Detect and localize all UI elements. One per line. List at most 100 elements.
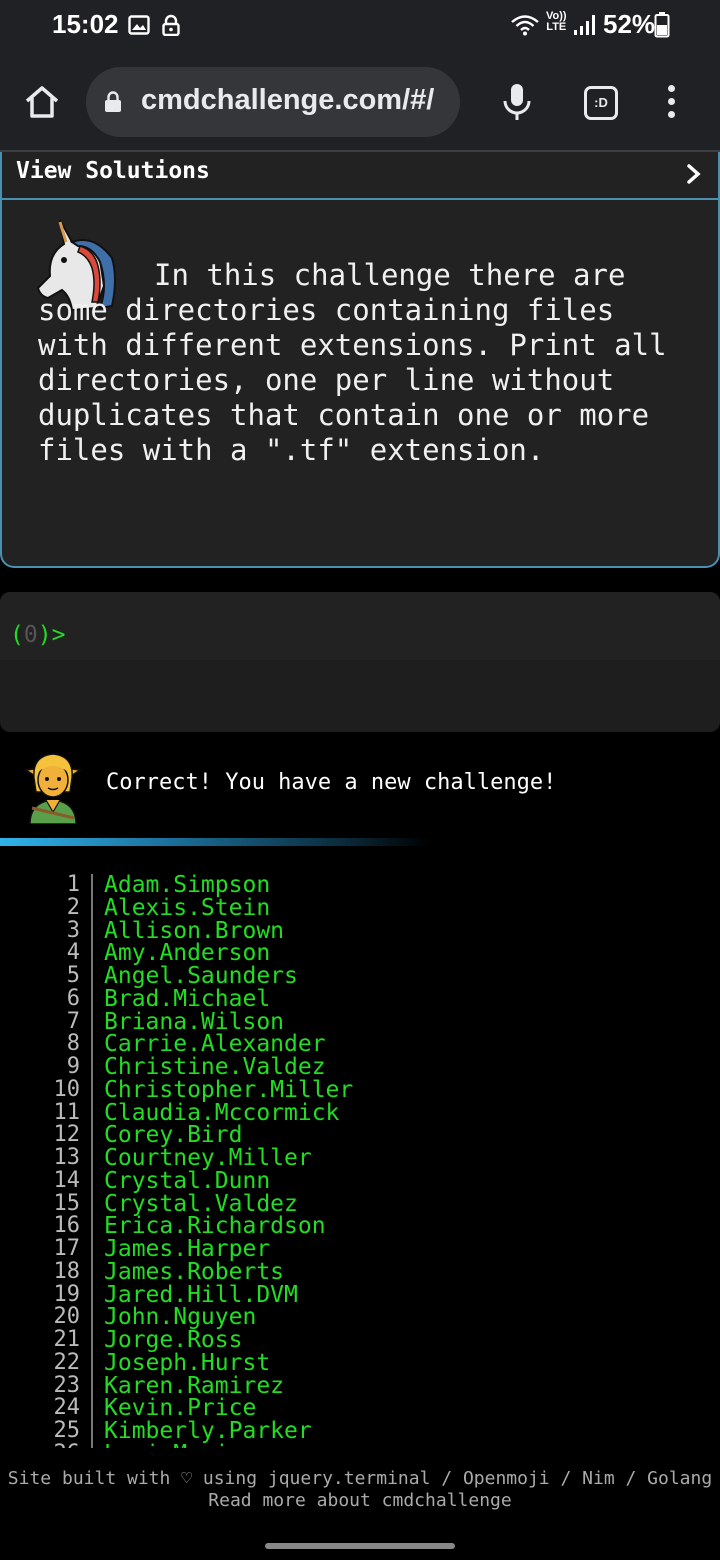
output-value: Courtney.Miller [104, 1145, 312, 1171]
read-more-link[interactable]: Read more about cmdchallenge [0, 1490, 720, 1512]
output-value: Erica.Richardson [104, 1213, 326, 1240]
line-number-gutter-divider [91, 874, 93, 1448]
output-value: Angel.Saunders [104, 963, 298, 989]
output-value: John.Nguyen [104, 1304, 257, 1331]
wifi-icon [511, 15, 539, 36]
line-number: 12 [53, 1122, 81, 1148]
output-value: Christine.Valdez [104, 1054, 326, 1080]
line-number: 7 [66, 1008, 80, 1034]
secure-lock-icon [105, 91, 121, 112]
output-row: 14 Crystal.Dunn [0, 1167, 720, 1194]
line-number: 11 [53, 1099, 81, 1125]
view-solutions-label[interactable]: View Solutions [16, 158, 210, 184]
challenge-description: In this challenge there are some directo… [38, 258, 685, 467]
output-row: 12 Corey.Bird [0, 1122, 720, 1149]
line-number: 8 [66, 1031, 80, 1057]
line-number: 4 [66, 940, 80, 966]
line-number: 2 [66, 894, 80, 920]
line-number: 9 [66, 1054, 80, 1079]
output-row: 20 John.Nguyen [0, 1304, 720, 1331]
output-row: 17 James.Harper [0, 1236, 720, 1262]
line-number: 23 [53, 1372, 81, 1398]
line-number: 20 [53, 1304, 81, 1330]
line-number: 22 [53, 1349, 81, 1375]
elf-icon [23, 753, 83, 824]
footer-credits[interactable]: Site built with ♡ using jquery.terminal … [0, 1468, 720, 1490]
lock-icon [162, 14, 180, 36]
network-type: Vo)) LTE [546, 10, 567, 33]
output-row: 19 Jared.Hill.DVM [0, 1281, 720, 1308]
output-value: Alexis.Stein [104, 894, 271, 921]
gallery-icon [128, 15, 150, 35]
output-row: 21 Jorge.Ross [0, 1327, 720, 1353]
line-number: 17 [53, 1236, 81, 1261]
output-value: Kimberly.Parker [104, 1418, 312, 1444]
output-row: 2 Alexis.Stein [0, 894, 720, 921]
output-value: Allison.Brown [104, 917, 285, 944]
gesture-home-indicator[interactable] [265, 1543, 455, 1549]
output-value: James.Roberts [104, 1258, 285, 1285]
output-value: Carrie.Alexander [104, 1031, 326, 1058]
status-bar: 15:02 Vo)) LTE 52% [0, 0, 720, 52]
signal-icon [574, 15, 595, 35]
output-value: Brad.Michael [104, 985, 271, 1012]
output-row: 23 Karen.Ramirez [0, 1372, 720, 1399]
output-row: 4 Amy.Anderson [0, 940, 720, 966]
output-row: 22 Joseph.Hurst [0, 1349, 720, 1375]
output-row: 16 Erica.Richardson [0, 1213, 720, 1240]
footer: Site built with ♡ using jquery.terminal … [0, 1468, 720, 1512]
chevron-right-icon[interactable] [684, 162, 704, 186]
output-value: Corey.Bird [104, 1122, 243, 1149]
terminal-prompt[interactable]: (0)> [10, 622, 65, 648]
microphone-icon[interactable] [500, 82, 534, 122]
line-number: 16 [53, 1213, 81, 1239]
line-number: 15 [53, 1190, 81, 1216]
line-number: 10 [53, 1076, 81, 1102]
result-message: Correct! You have a new challenge! [106, 770, 557, 795]
challenge-panel: View Solutions In this challenge there a… [0, 152, 720, 568]
output-value: Claudia.Mccormick [104, 1099, 340, 1126]
output-row: 11 Claudia.Mccormick [0, 1099, 720, 1126]
address-bar[interactable]: cmdchallenge.com/#/ [86, 67, 460, 137]
output-value: Crystal.Dunn [104, 1167, 271, 1194]
output-value: Karen.Ramirez [104, 1372, 285, 1399]
output-row: 10 Christopher.Miller [0, 1076, 720, 1103]
line-number: 6 [66, 985, 80, 1011]
home-icon[interactable] [22, 82, 62, 122]
output-row: 1 Adam.Simpson [0, 874, 720, 897]
output-list: 1 Adam.Simpson 2 Alexis.Stein 3 Allison.Brown… [0, 874, 720, 1448]
terminal-input[interactable]: (0)> [0, 592, 720, 732]
line-number: 3 [66, 917, 80, 943]
output-row: 9 Christine.Valdez [0, 1054, 720, 1080]
output-value: Lori.Macias [104, 1442, 256, 1448]
output-value: Jorge.Ross [104, 1327, 243, 1353]
battery-percent: 52% [603, 9, 656, 39]
output-row: 5 Angel.Saunders [0, 963, 720, 989]
line-number: 24 [53, 1395, 81, 1421]
line-number: 1 [66, 874, 80, 897]
output-value: Crystal.Valdez [104, 1190, 298, 1217]
output-value: James.Harper [104, 1236, 271, 1262]
output-row: 24 Kevin.Price [0, 1395, 720, 1422]
output-row: 15 Crystal.Valdez [0, 1190, 720, 1217]
output-value: Kevin.Price [104, 1395, 257, 1422]
browser-toolbar: cmdchallenge.com/#/ :D [0, 52, 720, 152]
view-solutions-bar[interactable]: View Solutions [2, 152, 718, 200]
progress-gradient-bar [0, 838, 430, 846]
output-row: 6 Brad.Michael [0, 985, 720, 1012]
output-value: Christopher.Miller [104, 1076, 354, 1103]
output-row: 13 Courtney.Miller [0, 1145, 720, 1171]
line-number: 18 [53, 1258, 81, 1284]
status-time: 15:02 [52, 9, 119, 39]
overflow-menu-icon[interactable] [664, 82, 678, 122]
line-number: 14 [53, 1167, 81, 1193]
line-number: 25 [53, 1418, 81, 1443]
line-number: 13 [53, 1145, 81, 1170]
output-value: Briana.Wilson [104, 1008, 285, 1035]
output-value: Jared.Hill.DVM [104, 1281, 298, 1308]
tab-switcher-icon[interactable]: :D [584, 86, 618, 120]
line-number: 26 [30, 1442, 81, 1448]
terminal-prompt-line[interactable]: (0)> [0, 592, 720, 660]
url-text[interactable]: cmdchallenge.com/#/ [141, 84, 449, 117]
line-number: 21 [53, 1327, 81, 1352]
